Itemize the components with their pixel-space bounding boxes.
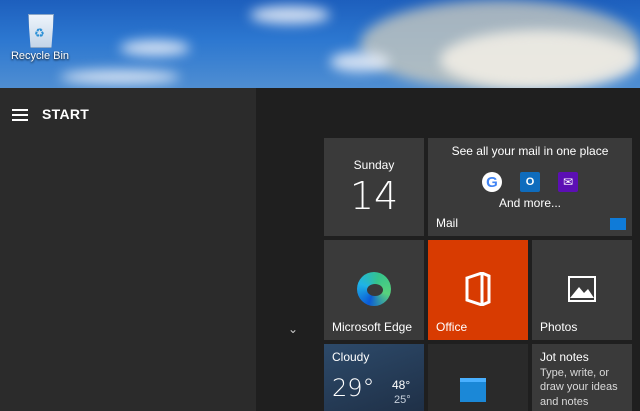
wallpaper-cloud: [120, 40, 190, 56]
todo-icon: [460, 378, 486, 402]
recycle-bin-label: Recycle Bin: [10, 50, 70, 62]
photos-icon: [568, 276, 596, 302]
wallpaper-cloud: [60, 70, 180, 84]
start-header: START: [12, 106, 89, 122]
weather-high: 48°: [392, 378, 411, 392]
wallpaper-cloud: [330, 52, 390, 72]
hamburger-menu-icon[interactable]: [12, 108, 28, 121]
office-tile[interactable]: Office: [428, 240, 528, 340]
yahoo-mail-icon: ✉: [558, 172, 578, 192]
weather-low: 25°: [394, 394, 411, 406]
weather-condition: Cloudy: [332, 350, 370, 364]
calendar-tile[interactable]: Sunday 14: [324, 138, 424, 236]
office-label: Office: [436, 320, 468, 334]
desktop-wallpaper: ♻ Recycle Bin: [0, 0, 640, 88]
office-icon: [465, 272, 491, 306]
jot-notes-tile[interactable]: Jot notes Type, write, or draw your idea…: [532, 344, 632, 411]
google-icon: G: [482, 172, 502, 192]
start-menu-rail: START: [0, 88, 256, 411]
calendar-day-name: Sunday: [353, 158, 395, 172]
todo-tile[interactable]: [428, 344, 528, 411]
mail-tile[interactable]: See all your mail in one place G O ✉ And…: [428, 138, 632, 236]
outlook-icon: O: [520, 172, 540, 192]
edge-icon: [357, 272, 391, 306]
mail-envelope-icon: [610, 218, 626, 230]
weather-temperature: 29°: [332, 374, 375, 402]
photos-label: Photos: [540, 320, 578, 334]
recycle-bin-icon: ♻: [25, 10, 55, 48]
start-title: START: [42, 106, 90, 122]
mail-label: Mail: [436, 216, 459, 230]
recycle-bin-shortcut[interactable]: ♻ Recycle Bin: [4, 6, 76, 62]
mail-provider-icons: G O ✉: [428, 172, 632, 192]
edge-tile[interactable]: Microsoft Edge: [324, 240, 424, 340]
edge-label: Microsoft Edge: [332, 320, 413, 334]
mail-more-text: And more...: [498, 196, 562, 210]
wallpaper-cloud: [440, 30, 640, 88]
start-menu: START ⌄ Sunday 14 See all your mail in o…: [0, 88, 640, 411]
mail-headline: See all your mail in one place: [451, 144, 609, 158]
jot-notes-title: Jot notes: [540, 350, 589, 364]
photos-tile[interactable]: Photos: [532, 240, 632, 340]
wallpaper-cloud: [250, 6, 330, 24]
jot-notes-description: Type, write, or draw your ideas and note…: [540, 367, 618, 408]
weather-tile[interactable]: Cloudy 29° 48° 25°: [324, 344, 424, 411]
calendar-day-number: 14: [349, 174, 399, 218]
tiles-area: ⌄ Sunday 14 See all your mail in one pla…: [256, 88, 640, 411]
chevron-down-icon[interactable]: ⌄: [288, 322, 298, 336]
